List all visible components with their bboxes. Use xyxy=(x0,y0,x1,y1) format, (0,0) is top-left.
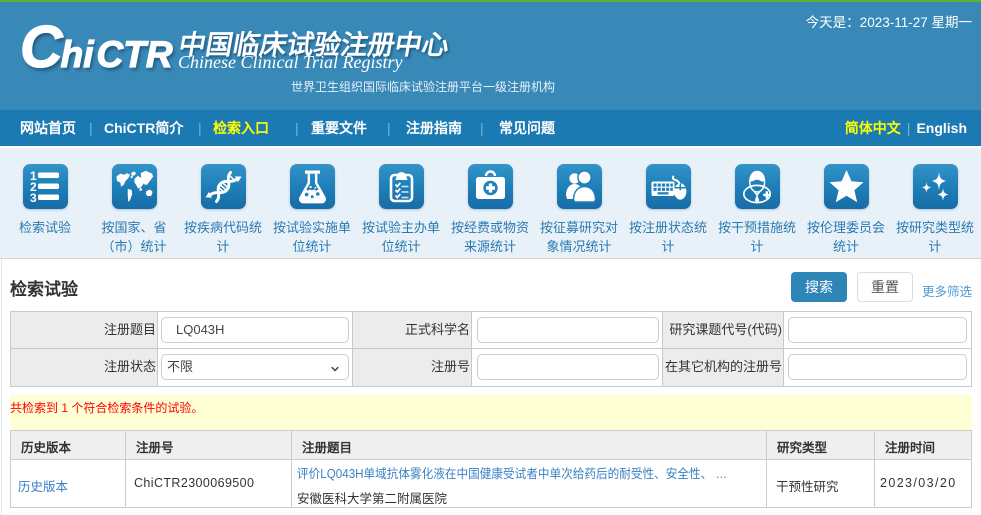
svg-text:3: 3 xyxy=(30,191,37,205)
